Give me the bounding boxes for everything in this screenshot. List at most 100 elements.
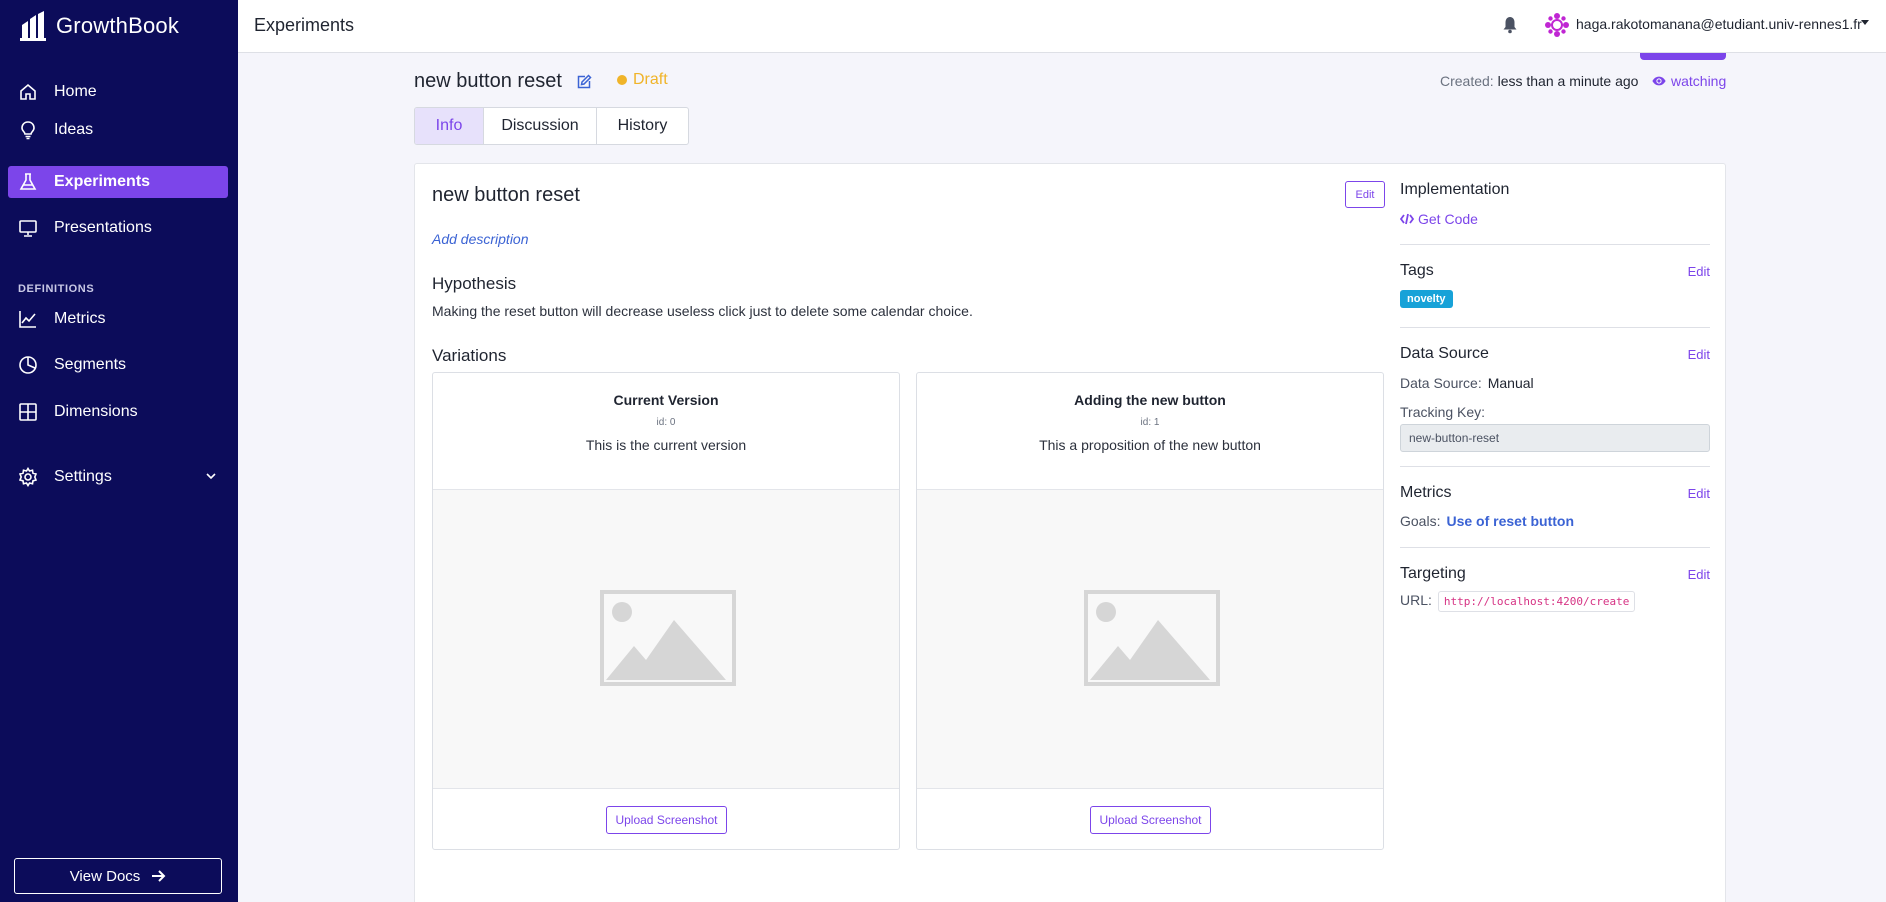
brand[interactable]: GrowthBook (20, 8, 179, 44)
growthbook-logo-icon (20, 11, 46, 41)
tags-heading: Tags (1400, 262, 1434, 279)
sidebar-item-metrics[interactable]: Metrics (8, 303, 228, 335)
screenshot-placeholder (433, 489, 899, 789)
variation-description: This a proposition of the new button (1039, 437, 1261, 453)
sidebar-item-label: Ideas (54, 121, 94, 138)
hypothesis-text: Making the reset button will decrease us… (432, 303, 973, 319)
experiment-title: new button reset (414, 70, 562, 92)
screenshot-placeholder (917, 489, 1383, 789)
url-row: URL: http://localhost:4200/create (1400, 591, 1636, 612)
created-info: Created: less than a minute ago (1440, 73, 1638, 89)
watching-label: watching (1671, 73, 1727, 89)
edit-details-button[interactable]: Edit (1345, 181, 1385, 208)
sidebar-item-dimensions[interactable]: Dimensions (8, 396, 228, 428)
status-dot-icon (617, 75, 627, 85)
upload-screenshot-button[interactable]: Upload Screenshot (1090, 806, 1211, 834)
gear-icon (18, 467, 38, 487)
tab-history[interactable]: History (597, 108, 688, 144)
view-docs-label: View Docs (69, 867, 141, 885)
sidebar: GrowthBook Home Ideas Experiments Presen… (0, 0, 238, 902)
get-code-link[interactable]: Get Code (1400, 211, 1478, 227)
created-label: Created: (1440, 73, 1494, 89)
watching-toggle[interactable]: watching (1652, 73, 1726, 89)
variation-id: id: 1 (1140, 417, 1160, 428)
sidebar-item-label: Home (54, 83, 97, 100)
divider (1400, 547, 1710, 548)
variation-name: Adding the new button (1074, 392, 1226, 408)
targeting-heading: Targeting (1400, 565, 1466, 582)
sidebar-item-experiments[interactable]: Experiments (8, 166, 228, 198)
sidebar-item-label: Presentations (54, 219, 152, 236)
avatar[interactable] (1544, 12, 1570, 38)
variation-name: Current Version (613, 392, 719, 408)
variation-card: Current Version id: 0 This is the curren… (432, 372, 900, 850)
url-value: http://localhost:4200/create (1437, 591, 1636, 612)
eye-icon (1652, 76, 1666, 86)
data-source-heading: Data Source (1400, 345, 1489, 362)
brand-name: GrowthBook (56, 13, 180, 38)
info-card: new button reset Edit Add description Hy… (414, 163, 1726, 902)
sidebar-item-label: Experiments (54, 173, 151, 190)
home-icon (20, 83, 36, 100)
chevron-down-icon (206, 473, 216, 480)
created-value: less than a minute ago (1497, 73, 1639, 89)
data-source-label: Data Source: (1400, 375, 1482, 391)
edit-icon[interactable] (576, 74, 592, 90)
sidebar-item-ideas[interactable]: Ideas (8, 114, 228, 146)
tab-info[interactable]: Info (415, 108, 484, 144)
page-title: Experiments (254, 15, 355, 35)
image-placeholder-icon (600, 590, 736, 686)
hypothesis-heading: Hypothesis (432, 274, 517, 293)
edit-data-source-link[interactable]: Edit (1688, 347, 1710, 362)
grid-icon (19, 403, 37, 421)
implementation-heading: Implementation (1400, 181, 1510, 198)
sidebar-item-presentations[interactable]: Presentations (8, 212, 228, 244)
edit-targeting-link[interactable]: Edit (1688, 567, 1710, 582)
sidebar-item-settings[interactable]: Settings (8, 461, 228, 493)
sidebar-item-label: Settings (54, 468, 112, 485)
status-badge: Draft (617, 71, 668, 89)
user-email[interactable]: haga.rakotomanana@etudiant.univ-rennes1.… (1576, 16, 1862, 32)
tab-bar: Info Discussion History (414, 107, 689, 145)
sidebar-item-home[interactable]: Home (8, 76, 228, 108)
upload-screenshot-button[interactable]: Upload Screenshot (606, 806, 727, 834)
variation-id: id: 0 (656, 417, 676, 428)
arrow-right-icon (152, 870, 166, 882)
add-description-link[interactable]: Add description (432, 231, 529, 247)
pie-chart-icon (19, 356, 37, 374)
divider (1400, 244, 1710, 245)
sidebar-item-label: Dimensions (54, 403, 138, 420)
bell-icon[interactable] (1502, 16, 1518, 34)
sidebar-item-label: Metrics (54, 310, 106, 327)
code-icon (1400, 213, 1414, 225)
edit-tags-link[interactable]: Edit (1688, 264, 1710, 279)
image-placeholder-icon (1084, 590, 1220, 686)
variation-description: This is the current version (585, 437, 747, 453)
url-label: URL: (1400, 592, 1432, 609)
divider (1400, 466, 1710, 467)
get-code-label: Get Code (1418, 211, 1478, 227)
primary-action-button[interactable] (1640, 53, 1726, 60)
edit-metrics-link[interactable]: Edit (1688, 486, 1710, 501)
metrics-heading: Metrics (1400, 484, 1452, 501)
lightbulb-icon (21, 121, 35, 140)
tracking-key-label: Tracking Key: (1400, 404, 1486, 420)
flask-icon (19, 173, 37, 190)
sidebar-item-label: Segments (54, 356, 127, 373)
caret-down-icon[interactable] (1861, 20, 1869, 25)
view-docs-button[interactable]: View Docs (14, 858, 222, 894)
status-label: Draft (633, 71, 668, 88)
card-title: new button reset (432, 184, 580, 206)
sidebar-item-segments[interactable]: Segments (8, 349, 228, 381)
data-source-row: Data Source: Manual (1400, 375, 1534, 391)
definitions-heading: DEFINITIONS (18, 283, 95, 295)
variation-card: Adding the new button id: 1 This a propo… (916, 372, 1384, 850)
presentation-icon (19, 220, 37, 237)
goal-metric-link[interactable]: Use of reset button (1446, 513, 1574, 529)
tag-badge: novelty (1400, 290, 1453, 308)
tab-discussion[interactable]: Discussion (484, 108, 597, 144)
line-chart-icon (19, 311, 36, 328)
divider (1400, 327, 1710, 328)
goals-row: Goals: Use of reset button (1400, 513, 1574, 529)
data-source-value: Manual (1487, 375, 1534, 391)
